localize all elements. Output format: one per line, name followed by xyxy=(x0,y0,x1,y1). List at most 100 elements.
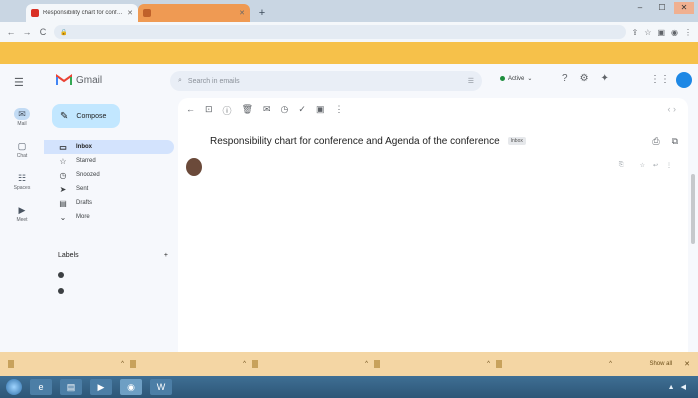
support-icon[interactable]: ? xyxy=(562,73,568,84)
chevron-up-icon[interactable]: ^ xyxy=(487,361,490,367)
chevron-down-icon: ⌄ xyxy=(527,76,533,82)
main-menu-icon[interactable]: ☰ xyxy=(14,76,24,89)
extensions-icon[interactable]: ▣ xyxy=(657,28,665,37)
nav-item-more[interactable]: ⌄ More xyxy=(44,210,174,224)
close-tab-icon[interactable]: ✕ xyxy=(239,9,245,17)
add-task-icon[interactable]: ✓ xyxy=(298,104,306,117)
inbox-label-chip[interactable]: Inbox xyxy=(507,137,526,146)
search-bar[interactable]: ⌕ Search in emails ☰ xyxy=(170,71,482,91)
nav-item-sent[interactable]: ➤ Sent xyxy=(44,182,174,196)
nav-item-drafts[interactable]: ▤ Drafts xyxy=(44,196,174,210)
reload-button[interactable]: C xyxy=(38,27,48,37)
mail-icon: ✉ xyxy=(14,108,30,120)
draft-icon: ▤ xyxy=(59,198,67,208)
window-controls: – ☐ ✕ xyxy=(630,2,694,14)
rail-item-meet[interactable]: ▶ Meet xyxy=(8,204,36,224)
rail-item-chat[interactable]: ▢ Chat xyxy=(8,140,36,160)
settings-gear-icon[interactable]: ⚙ xyxy=(580,73,589,84)
taskbar-chrome-icon[interactable]: ◉ xyxy=(120,379,142,395)
label-item[interactable] xyxy=(58,288,74,294)
labels-header: Labels + xyxy=(58,252,168,259)
profile-icon[interactable]: ◉ xyxy=(671,28,678,37)
start-button[interactable] xyxy=(6,379,22,395)
more-options-icon[interactable]: ⋮ xyxy=(334,104,343,117)
chevron-up-icon[interactable]: ^ xyxy=(121,361,124,367)
lock-icon: 🔒 xyxy=(60,29,68,36)
scrollbar[interactable] xyxy=(690,164,696,352)
system-tray: ▲ ◀ xyxy=(668,383,692,392)
nav-item-snoozed[interactable]: ◷ Snoozed xyxy=(44,168,174,182)
rail-item-mail[interactable]: ✉ Mail xyxy=(8,108,36,127)
browser-tab-gmail[interactable]: Responsibility chart for conference ✕ xyxy=(26,4,138,22)
browser-tab-second[interactable]: ✕ xyxy=(138,4,250,22)
download-item[interactable]: ^ xyxy=(252,356,368,372)
pencil-icon: ✎ xyxy=(60,110,69,122)
taskbar-ie-icon[interactable]: e xyxy=(30,379,52,395)
download-item[interactable]: ^ xyxy=(8,356,124,372)
back-arrow-icon[interactable]: ← xyxy=(186,104,195,117)
close-window-button[interactable]: ✕ xyxy=(674,2,694,14)
nav-item-inbox[interactable]: ▭ Inbox xyxy=(44,140,174,154)
maximize-button[interactable]: ☐ xyxy=(652,2,672,14)
network-icon[interactable]: ▲ xyxy=(668,384,675,391)
share-icon[interactable]: ⇪ xyxy=(632,28,639,37)
browser-tab-strip: Responsibility chart for conference ✕ ✕ … xyxy=(0,0,698,22)
chevron-up-icon[interactable]: ^ xyxy=(609,361,612,367)
reply-icon[interactable]: ↩ xyxy=(653,162,658,169)
gemini-icon[interactable]: ✦ xyxy=(601,73,609,84)
add-label-button[interactable]: + xyxy=(164,252,168,259)
scrollbar-thumb[interactable] xyxy=(691,174,695,244)
rail-item-spaces[interactable]: ☷ Spaces xyxy=(8,172,36,192)
google-apps-icon[interactable]: ⋮⋮ xyxy=(650,74,670,85)
search-input[interactable]: Search in emails xyxy=(188,78,462,85)
clock-icon: ◷ xyxy=(59,170,67,180)
email-subject: Responsibility chart for conference and … xyxy=(210,136,526,147)
browser-menu-icon[interactable]: ⋮ xyxy=(684,28,692,37)
show-all-downloads-link[interactable]: Show all xyxy=(649,361,672,367)
compose-button[interactable]: ✎ Compose xyxy=(52,104,120,128)
chat-icon: ▢ xyxy=(17,140,27,151)
download-item[interactable]: ^ xyxy=(130,356,246,372)
product-name: Gmail xyxy=(76,74,103,86)
snooze-icon[interactable]: ◷ xyxy=(281,104,289,117)
status-selector[interactable]: Active ⌄ xyxy=(500,75,532,82)
label-item[interactable] xyxy=(58,272,74,278)
back-button[interactable]: ← xyxy=(6,27,16,37)
star-icon[interactable]: ☆ xyxy=(640,162,645,169)
new-tab-button[interactable]: + xyxy=(254,5,270,21)
taskbar-word-icon[interactable]: W xyxy=(150,379,172,395)
more-icon[interactable]: ⋮ xyxy=(666,162,672,169)
print-icon[interactable]: ⎙ xyxy=(652,136,659,147)
account-avatar[interactable] xyxy=(676,72,692,88)
taskbar-explorer-icon[interactable]: ▤ xyxy=(60,379,82,395)
open-new-window-icon[interactable]: ⧉ xyxy=(672,136,678,147)
minimize-button[interactable]: – xyxy=(630,2,650,14)
file-icon xyxy=(8,360,14,368)
forward-button[interactable]: → xyxy=(22,27,32,37)
download-item[interactable]: ^ xyxy=(496,356,612,372)
windows-taskbar: e ▤ ▶ ◉ W ▲ ◀ xyxy=(0,376,698,398)
move-to-icon[interactable]: ▣ xyxy=(316,104,325,117)
download-item[interactable]: ^ xyxy=(374,356,490,372)
pagination-arrows-icon[interactable]: ‹ › xyxy=(668,104,677,114)
url-field[interactable]: 🔒 xyxy=(54,25,626,39)
taskbar-media-icon[interactable]: ▶ xyxy=(90,379,112,395)
labels-title: Labels xyxy=(58,252,79,259)
delete-icon[interactable]: 🗑 xyxy=(242,104,253,117)
search-icon[interactable]: ⌕ xyxy=(178,77,182,85)
close-downloads-icon[interactable]: ✕ xyxy=(684,360,690,368)
bookmark-star-icon[interactable]: ☆ xyxy=(644,28,651,37)
archive-icon[interactable]: ⊡ xyxy=(205,104,213,117)
nav-item-starred[interactable]: ☆ Starred xyxy=(44,154,174,168)
chevron-up-icon[interactable]: ^ xyxy=(365,361,368,367)
volume-icon[interactable]: ◀ xyxy=(681,383,686,391)
chevron-up-icon[interactable]: ^ xyxy=(243,361,246,367)
close-tab-icon[interactable]: ✕ xyxy=(127,9,133,17)
header-icons: ? ⚙ ✦ xyxy=(562,73,609,84)
search-options-icon[interactable]: ☰ xyxy=(468,77,474,85)
gmail-logo[interactable]: Gmail xyxy=(56,74,102,86)
report-spam-icon[interactable]: ⓘ xyxy=(223,104,232,117)
address-bar-row: ← → C 🔒 ⇪ ☆ ▣ ◉ ⋮ xyxy=(0,22,698,42)
mark-unread-icon[interactable]: ✉ xyxy=(263,104,271,117)
active-status-icon xyxy=(500,76,505,81)
